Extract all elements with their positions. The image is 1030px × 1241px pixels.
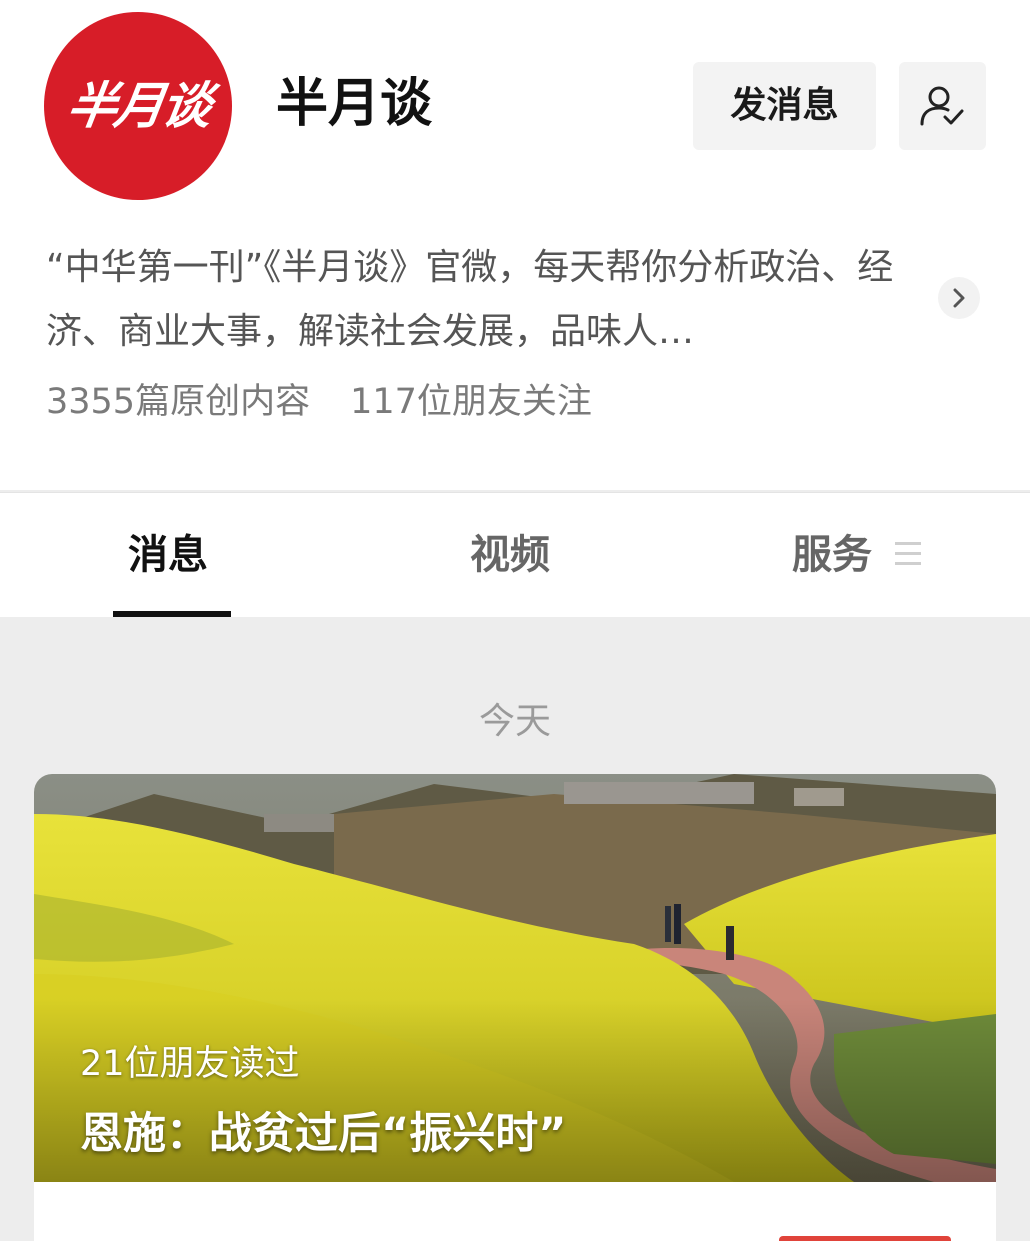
card-footer-accent	[779, 1236, 951, 1241]
menu-lines-icon[interactable]	[895, 542, 921, 568]
feed-date-label: 今天	[478, 701, 551, 742]
article-card[interactable]: 21位朋友读过 恩施：战贫过后“振兴时”	[34, 774, 996, 1241]
official-account-page: 半月谈 半月谈 发消息 “中华第一刊”《半月谈》官微，每天帮你分析政治、经济、商…	[0, 0, 1030, 1241]
content-tabs: 消息 视频 服务	[0, 492, 1030, 617]
send-message-button[interactable]: 发消息	[693, 62, 876, 150]
tab-video[interactable]: 视频	[470, 529, 550, 581]
account-stats: 3355篇原创内容 117位朋友关注	[46, 376, 592, 428]
original-content-count: 3355篇原创内容	[46, 382, 311, 422]
account-name: 半月谈	[276, 74, 433, 134]
account-description[interactable]: “中华第一刊”《半月谈》官微，每天帮你分析政治、经济、商业大事，解读社会发展，品…	[46, 236, 926, 364]
tab-service[interactable]: 服务	[792, 529, 872, 581]
article-read-count: 21位朋友读过	[80, 1044, 300, 1084]
expand-description-button[interactable]	[938, 277, 980, 319]
article-title[interactable]: 恩施：战贫过后“振兴时”	[80, 1104, 567, 1164]
user-check-icon	[920, 86, 964, 126]
avatar-logo-text: 半月谈	[63, 77, 213, 135]
account-avatar[interactable]: 半月谈	[44, 12, 232, 200]
follow-status-button[interactable]	[899, 62, 986, 150]
chevron-right-icon	[953, 288, 965, 308]
tab-messages[interactable]: 消息	[128, 529, 208, 581]
friends-following-count[interactable]: 117位朋友关注	[350, 382, 592, 422]
active-tab-indicator	[113, 611, 231, 617]
account-profile-header: 半月谈 半月谈 发消息 “中华第一刊”《半月谈》官微，每天帮你分析政治、经济、商…	[0, 0, 1030, 490]
